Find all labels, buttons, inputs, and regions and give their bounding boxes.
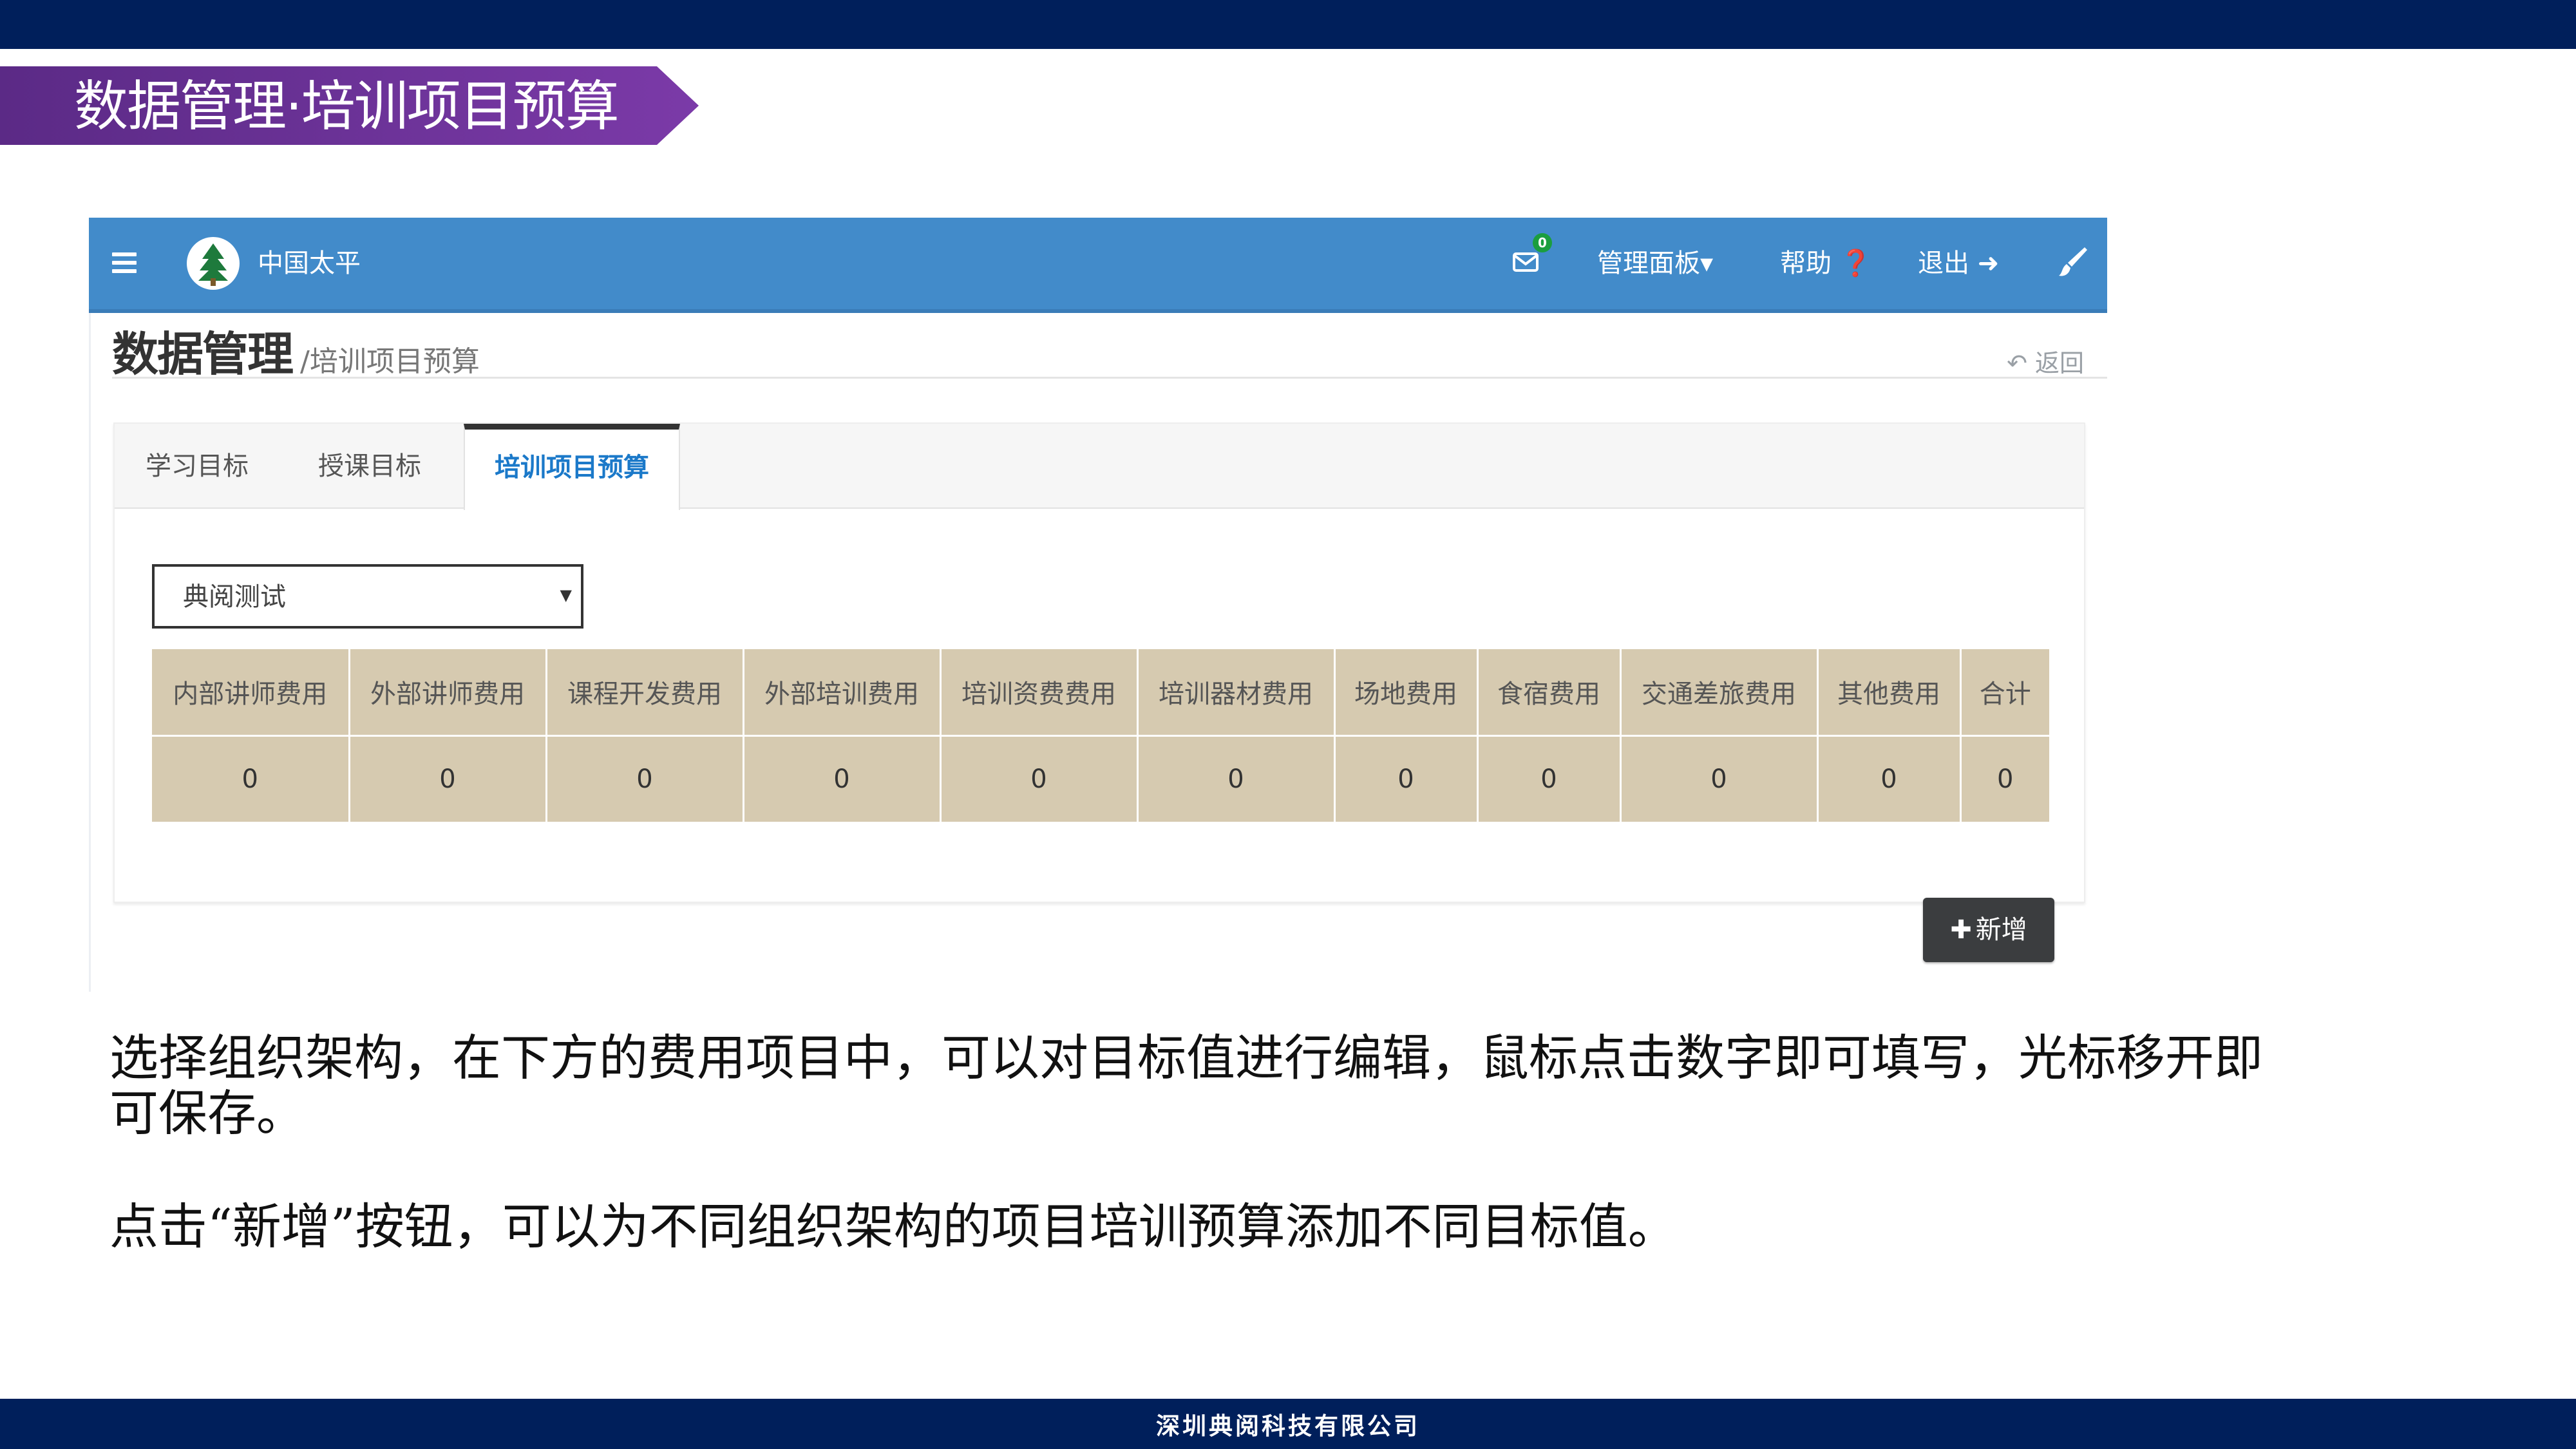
column-header: 食宿费用 [1477, 649, 1622, 737]
description-paragraph-2: 点击“新增”按钮，可以为不同组织架构的项目培训预算添加不同目标值。 [109, 1198, 1677, 1255]
footer-company: 深圳典阅科技有限公司 [1156, 1412, 1420, 1440]
page-header: 数据管理 /培训项目预算 ↶ 返回 [112, 328, 2107, 380]
app-screenshot: 中国太平 0 管理面板▾ 帮助 ❓ 退出 ➜ 数据管理 /培训项目预算 ↶ 返回… [89, 218, 2107, 992]
column-header: 外部讲师费用 [349, 649, 547, 737]
budget-value-cell[interactable]: 0 [1620, 735, 1819, 822]
add-button[interactable]: ✚ 新增 [1923, 898, 2054, 962]
content-panel: 学习目标 授课目标 培训项目预算 典阅测试 ▼ 内部讲师费用 外部讲师费用 课程… [113, 422, 2085, 903]
column-header: 场地费用 [1334, 649, 1479, 737]
budget-value-cell[interactable]: 0 [1334, 735, 1479, 822]
column-header: 培训资费费用 [940, 649, 1139, 737]
column-header: 其他费用 [1817, 649, 1962, 737]
budget-total-cell: 0 [1997, 764, 2014, 794]
budget-value-cell[interactable]: 0 [940, 735, 1139, 822]
budget-value-cell[interactable]: 0 [1477, 735, 1622, 822]
column-header: 内部讲师费用 [152, 649, 350, 737]
column-header: 课程开发费用 [546, 649, 744, 737]
column-header: 外部培训费用 [743, 649, 942, 737]
plus-icon: ✚ [1950, 915, 1972, 945]
slide-title-banner: 数据管理·培训项目预算 [0, 66, 699, 145]
budget-value-cell[interactable]: 0 [349, 735, 547, 822]
nav-help[interactable]: 帮助 ❓ [1780, 247, 1872, 279]
mail-count-badge: 0 [1533, 233, 1552, 252]
envelope-icon[interactable] [1512, 249, 1539, 276]
top-navbar: 中国太平 0 管理面板▾ 帮助 ❓ 退出 ➜ [89, 218, 2107, 309]
app-left-border [89, 308, 91, 992]
column-header: 培训器材费用 [1137, 649, 1336, 737]
budget-value-cell[interactable]: 0 [1817, 735, 1962, 822]
description-paragraph-1: 选择组织架构，在下方的费用项目中，可以对目标值进行编辑，鼠标点击数字即可填写，光… [109, 1029, 2263, 1142]
column-header: 交通差旅费用 [1620, 649, 1819, 737]
tab-teaching-goals[interactable]: 授课目标 [287, 424, 452, 509]
back-link[interactable]: ↶ 返回 [2007, 348, 2084, 379]
brush-icon[interactable] [2056, 245, 2088, 279]
breadcrumb: /培训项目预算 [300, 345, 480, 378]
table-row: 0 0 0 0 0 0 0 0 0 0 0 [152, 735, 2049, 822]
slide-footer: 深圳典阅科技有限公司 [0, 1399, 2576, 1449]
column-header: 合计 [1960, 649, 2049, 737]
budget-table: 内部讲师费用 外部讲师费用 课程开发费用 外部培训费用 培训资费费用 培训器材费… [152, 649, 2049, 822]
brand-name[interactable]: 中国太平 [258, 247, 361, 279]
page-title: 数据管理 [112, 327, 294, 381]
slide-title: 数据管理·培训项目预算 [74, 75, 620, 138]
organization-select[interactable]: 典阅测试 ▼ [152, 564, 583, 629]
tab-training-budget[interactable]: 培训项目预算 [464, 424, 680, 510]
budget-value-cell[interactable]: 0 [1137, 735, 1336, 822]
nav-logout[interactable]: 退出 ➜ [1918, 247, 1999, 279]
tab-learning-goals[interactable]: 学习目标 [115, 424, 279, 509]
brand-logo-icon [187, 237, 240, 290]
budget-value-cell[interactable]: 0 [546, 735, 744, 822]
tab-bar: 学习目标 授课目标 培训项目预算 [115, 424, 2084, 510]
budget-value-cell[interactable]: 0 [152, 735, 350, 822]
nav-manage-panel[interactable]: 管理面板▾ [1597, 247, 1713, 279]
add-button-label: 新增 [1975, 915, 2027, 945]
table-header-row: 内部讲师费用 外部讲师费用 课程开发费用 外部培训费用 培训资费费用 培训器材费… [152, 649, 2049, 737]
budget-value-cell[interactable]: 0 [743, 735, 942, 822]
organization-select-value: 典阅测试 [183, 582, 286, 612]
menu-icon[interactable] [112, 252, 137, 273]
slide-top-bar [0, 0, 2576, 49]
chevron-down-icon: ▼ [560, 586, 572, 604]
